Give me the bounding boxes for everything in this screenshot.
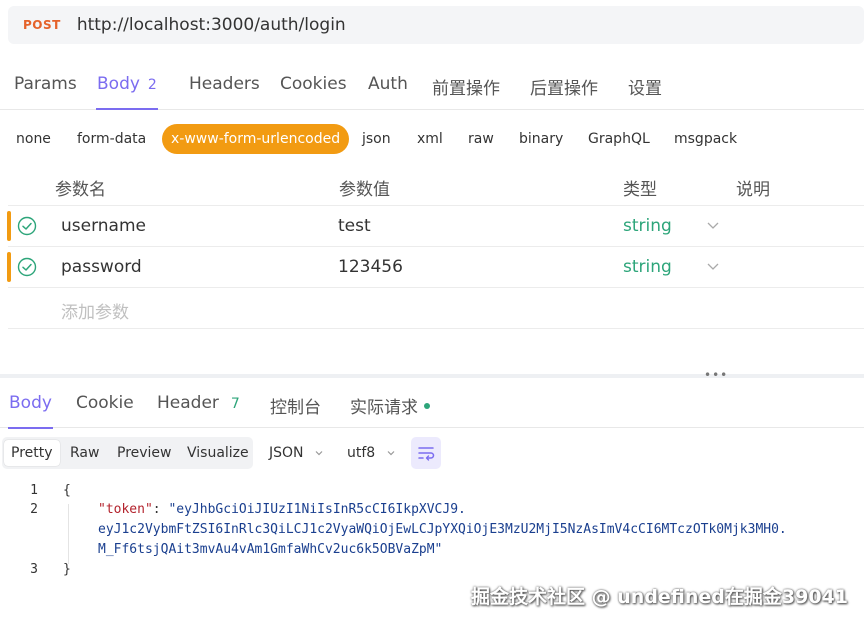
- json-value: "eyJhbGciOiJIUzI1NiIsInR5cCI6IkpXVCJ9.: [168, 502, 466, 517]
- view-mode-preview[interactable]: Preview: [110, 440, 179, 466]
- tab-label: 后置操作: [530, 79, 598, 99]
- tab-body[interactable]: Body 2: [96, 62, 158, 110]
- url-input[interactable]: http://localhost:3000/auth/login: [77, 15, 346, 35]
- encoding-select[interactable]: utf8: [347, 437, 396, 469]
- tab-cookies[interactable]: Cookies: [280, 62, 347, 110]
- json-key: "token": [98, 502, 153, 517]
- url-bar[interactable]: POST http://localhost:3000/auth/login: [8, 6, 864, 44]
- tab-label: Cookie: [76, 393, 134, 413]
- request-tabs: Params Body 2 Headers Cookies Auth 前置操作 后…: [0, 62, 864, 110]
- status-dot-icon: [424, 403, 430, 409]
- tab-label: Header: [157, 393, 219, 413]
- body-type-selector: none form-data x-www-form-urlencoded jso…: [0, 124, 864, 154]
- tab-params[interactable]: Params: [14, 62, 77, 110]
- view-mode-raw[interactable]: Raw: [63, 440, 106, 466]
- chevron-down-icon: [387, 451, 395, 456]
- column-header-name: 参数名: [55, 180, 106, 200]
- params-table: 参数名 参数值 类型 说明 username test string passw…: [7, 166, 864, 329]
- param-value[interactable]: 123456: [338, 257, 403, 277]
- json-colon: :: [152, 502, 169, 517]
- param-name[interactable]: password: [61, 257, 142, 277]
- body-type-json[interactable]: json: [362, 124, 391, 154]
- chevron-down-icon: [315, 451, 323, 456]
- params-table-header: 参数名 参数值 类型 说明: [8, 166, 864, 206]
- json-value-continued: eyJ1c2VybmFtZSI6InRlc3QiLCJ1c2VyaWQiOjEw…: [98, 522, 787, 537]
- tab-auth[interactable]: Auth: [368, 62, 408, 110]
- line-number: 1: [30, 483, 38, 498]
- response-tab-header[interactable]: Header 7: [157, 385, 240, 428]
- body-type-xml[interactable]: xml: [417, 124, 443, 154]
- param-name[interactable]: username: [61, 216, 146, 236]
- tab-badge: 7: [230, 396, 240, 412]
- encoding-select-value: utf8: [347, 445, 376, 461]
- tab-label: Body: [9, 393, 52, 413]
- body-type-msgpack[interactable]: msgpack: [674, 124, 737, 154]
- row-enabled-marker: [7, 211, 11, 241]
- tab-pre-request[interactable]: 前置操作: [432, 62, 500, 110]
- line-number: 3: [30, 562, 38, 577]
- chevron-down-icon[interactable]: [706, 218, 720, 232]
- response-tab-actual-request[interactable]: 实际请求: [350, 385, 430, 428]
- tab-label: Headers: [189, 74, 260, 94]
- view-mode-pretty[interactable]: Pretty: [4, 440, 60, 466]
- tab-label: Body: [97, 74, 140, 94]
- response-tab-cookie[interactable]: Cookie: [76, 385, 134, 428]
- check-circle-icon[interactable]: [17, 216, 37, 236]
- body-type-raw[interactable]: raw: [468, 124, 494, 154]
- tab-post-request[interactable]: 后置操作: [530, 62, 598, 110]
- add-param-placeholder[interactable]: 添加参数: [61, 298, 129, 323]
- line-number: 2: [30, 502, 38, 517]
- table-row: password 123456 string: [7, 247, 864, 288]
- drag-handle-icon[interactable]: •••: [704, 369, 728, 381]
- tab-label: 前置操作: [432, 79, 500, 99]
- word-wrap-icon: [418, 447, 435, 461]
- row-enabled-marker: [7, 252, 11, 282]
- code-line: "token": "eyJhbGciOiJIUzI1NiIsInR5cCI6Ik…: [98, 502, 466, 517]
- word-wrap-button[interactable]: [411, 437, 441, 469]
- view-mode-group: Pretty Raw Preview Visualize: [2, 437, 253, 469]
- format-select[interactable]: JSON: [269, 437, 324, 469]
- response-tabs: Body Cookie Header 7 控制台 实际请求: [0, 385, 864, 429]
- column-header-value: 参数值: [339, 180, 390, 200]
- body-type-none[interactable]: none: [16, 124, 51, 154]
- http-method[interactable]: POST: [23, 18, 61, 32]
- panel-splitter[interactable]: [0, 374, 864, 378]
- tab-label: 实际请求: [350, 398, 418, 418]
- add-param-row[interactable]: 添加参数: [8, 288, 864, 329]
- body-type-urlencoded[interactable]: x-www-form-urlencoded: [162, 124, 350, 154]
- json-value-continued: M_Ff6tsjQAit3mvAu4vAm1GmfaWhCv2uc6k5OBVa…: [98, 542, 443, 557]
- param-value[interactable]: test: [338, 216, 371, 236]
- body-type-graphql[interactable]: GraphQL: [588, 124, 650, 154]
- table-row: username test string: [7, 206, 864, 247]
- view-mode-visualize[interactable]: Visualize: [180, 440, 256, 466]
- response-tab-console[interactable]: 控制台: [270, 385, 321, 428]
- watermark: 掘金技术社区 @ undefined在掘金39041: [471, 586, 848, 608]
- param-type[interactable]: string: [623, 257, 672, 277]
- tab-label: Cookies: [280, 74, 347, 94]
- code-brace-open: {: [63, 483, 71, 498]
- chevron-down-icon[interactable]: [706, 259, 720, 273]
- format-select-value: JSON: [269, 445, 304, 461]
- column-header-type: 类型: [623, 180, 657, 200]
- tab-label: Params: [14, 74, 77, 94]
- tab-label: 设置: [628, 79, 662, 99]
- tab-badge: 2: [147, 77, 157, 93]
- column-header-description: 说明: [736, 180, 770, 200]
- param-type[interactable]: string: [623, 216, 672, 236]
- tab-label: 控制台: [270, 398, 321, 418]
- check-circle-icon[interactable]: [17, 257, 37, 277]
- code-brace-close: }: [63, 562, 71, 577]
- tab-label: Auth: [368, 74, 408, 94]
- indent-guide: [68, 504, 69, 564]
- body-type-binary[interactable]: binary: [519, 124, 563, 154]
- body-type-form-data[interactable]: form-data: [77, 124, 146, 154]
- tab-headers[interactable]: Headers: [189, 62, 260, 110]
- response-tab-body[interactable]: Body: [8, 385, 53, 429]
- tab-settings[interactable]: 设置: [628, 62, 662, 110]
